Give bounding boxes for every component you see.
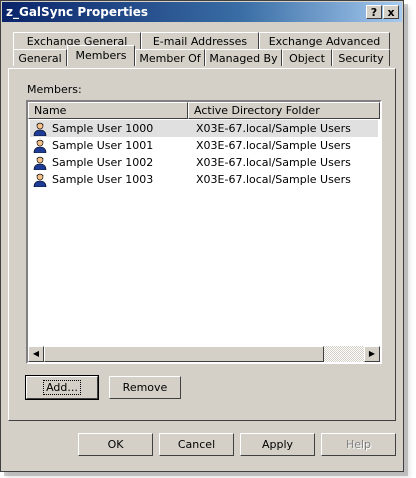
member-folder: X03E-67.local/Sample Users (196, 156, 351, 169)
scrollbar-thumb[interactable] (44, 346, 324, 362)
column-header-name[interactable]: Name (28, 102, 188, 119)
tab-members[interactable]: Members (67, 45, 135, 66)
user-icon (33, 139, 47, 153)
member-name: Sample User 1000 (52, 122, 154, 135)
tab-general[interactable]: General (13, 49, 67, 66)
member-name: Sample User 1001 (52, 139, 154, 152)
members-label: Members: (27, 83, 82, 96)
tab-object[interactable]: Object (282, 49, 332, 66)
add-button-label: Add... (43, 380, 81, 395)
tab-strip: Exchange General E-mail Addresses Exchan… (8, 29, 396, 69)
member-name: Sample User 1003 (52, 173, 154, 186)
tab-exchange-advanced[interactable]: Exchange Advanced (259, 32, 390, 49)
arrow-left-icon[interactable]: ◀ (28, 346, 44, 362)
window-title: z_GalSync Properties (6, 5, 149, 19)
add-button[interactable]: Add... (25, 375, 99, 400)
user-icon (33, 173, 47, 187)
list-item[interactable]: Sample User 1002 X03E-67.local/Sample Us… (30, 154, 378, 171)
arrow-right-icon[interactable]: ▶ (364, 346, 380, 362)
help-title-button[interactable]: ? (366, 5, 382, 19)
member-name: Sample User 1002 (52, 156, 154, 169)
tab-security[interactable]: Security (332, 49, 390, 66)
list-item[interactable]: Sample User 1001 X03E-67.local/Sample Us… (30, 137, 378, 154)
member-folder: X03E-67.local/Sample Users (196, 139, 351, 152)
help-button[interactable]: Help (321, 433, 396, 456)
member-folder: X03E-67.local/Sample Users (196, 173, 351, 186)
tab-managed-by[interactable]: Managed By (205, 49, 282, 66)
cancel-button[interactable]: Cancel (159, 433, 234, 456)
horizontal-scrollbar[interactable]: ◀ ▶ (28, 346, 380, 362)
member-folder: X03E-67.local/Sample Users (196, 122, 351, 135)
tab-email-addresses[interactable]: E-mail Addresses (141, 32, 259, 49)
remove-button[interactable]: Remove (109, 376, 181, 399)
title-bar[interactable]: z_GalSync Properties ? x (2, 2, 402, 22)
list-item[interactable]: Sample User 1000 X03E-67.local/Sample Us… (30, 120, 378, 137)
list-header: Name Active Directory Folder (28, 102, 380, 119)
list-item[interactable]: Sample User 1003 X03E-67.local/Sample Us… (30, 171, 378, 188)
user-icon (33, 122, 47, 136)
properties-dialog: z_GalSync Properties ? x Exchange Genera… (0, 0, 404, 472)
members-panel: Members: Name Active Directory Folder Sa… (8, 68, 396, 421)
column-header-folder[interactable]: Active Directory Folder (188, 102, 380, 119)
tab-member-of[interactable]: Member Of (135, 49, 205, 66)
user-icon (33, 156, 47, 170)
apply-button[interactable]: Apply (240, 433, 315, 456)
ok-button[interactable]: OK (78, 433, 153, 456)
members-list[interactable]: Name Active Directory Folder Sample User… (26, 100, 382, 364)
close-button[interactable]: x (383, 5, 399, 19)
